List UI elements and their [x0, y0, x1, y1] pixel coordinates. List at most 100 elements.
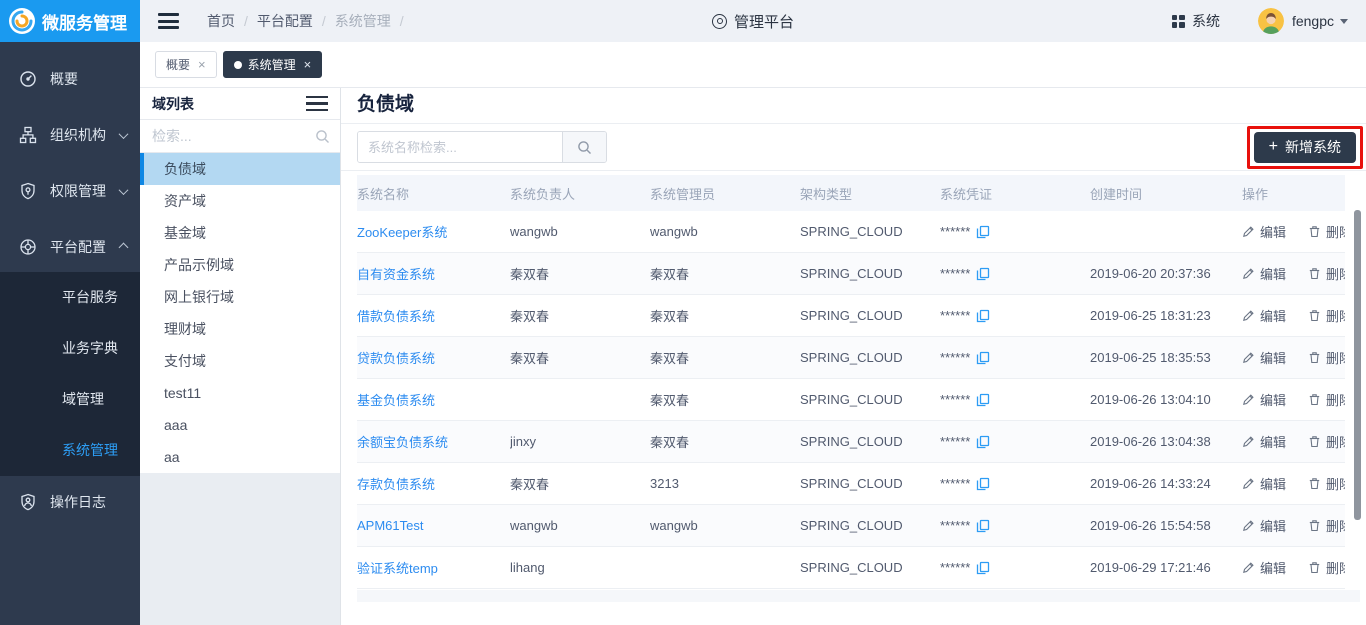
system-name-link[interactable]: APM61Test — [357, 518, 510, 533]
delete-label: 删除 — [1326, 516, 1345, 535]
system-name-link[interactable]: 余额宝负债系统 — [357, 432, 510, 451]
domain-list-item[interactable]: 网上银行域 — [140, 281, 340, 313]
edit-button[interactable]: 编辑 — [1242, 306, 1286, 325]
delete-button[interactable]: 删除 — [1308, 432, 1345, 451]
close-tab-icon[interactable]: × — [198, 58, 206, 71]
page-tab[interactable]: 概要 × — [155, 51, 217, 78]
topbar-right: 系统 fengpc — [1172, 8, 1348, 34]
domain-list-panel: 域列表 负债域 资产域 — [140, 88, 341, 625]
copy-icon[interactable] — [976, 393, 990, 407]
edit-button[interactable]: 编辑 — [1242, 432, 1286, 451]
system-name-link[interactable]: ZooKeeper系统 — [357, 222, 510, 241]
system-name-link[interactable]: 贷款负债系统 — [357, 348, 510, 367]
username[interactable]: fengpc — [1292, 13, 1334, 29]
log-shield-icon — [19, 493, 37, 511]
system-admin: 秦双春 — [650, 390, 800, 409]
domain-list-item[interactable]: aaa — [140, 409, 340, 441]
edit-button[interactable]: 编辑 — [1242, 516, 1286, 535]
sidebar-item-permission[interactable]: 权限管理 — [0, 166, 140, 216]
delete-button[interactable]: 删除 — [1308, 558, 1345, 577]
copy-icon[interactable] — [976, 477, 990, 491]
credential-mask: ****** — [940, 434, 970, 449]
copy-icon[interactable] — [976, 561, 990, 575]
domain-list-item[interactable]: 理财域 — [140, 313, 340, 345]
trash-icon — [1308, 435, 1321, 448]
edit-button[interactable]: 编辑 — [1242, 348, 1286, 367]
breadcrumb-item[interactable]: 平台配置 — [257, 11, 335, 31]
system-name-link[interactable]: 基金负债系统 — [357, 390, 510, 409]
copy-icon[interactable] — [976, 351, 990, 365]
delete-button[interactable]: 删除 — [1308, 264, 1345, 283]
domain-list-item[interactable]: test11 — [140, 377, 340, 409]
page-tab[interactable]: 系统管理 × — [223, 51, 323, 78]
gauge-icon — [19, 70, 37, 88]
submenu-item[interactable]: 系统管理 — [0, 425, 140, 476]
domain-list-item[interactable]: 支付域 — [140, 345, 340, 377]
system-search-button[interactable] — [562, 132, 606, 162]
pencil-icon — [1242, 477, 1255, 490]
workspace-grid-icon[interactable] — [1172, 15, 1185, 28]
submenu-item[interactable]: 业务字典 — [0, 323, 140, 374]
table-row: 基金负债系统 秦双春 SPRING_CLOUD ****** — [357, 379, 1345, 421]
domain-list-item[interactable]: 负债域 — [140, 153, 340, 185]
delete-button[interactable]: 删除 — [1308, 516, 1345, 535]
credential-mask: ****** — [940, 266, 970, 281]
domain-list-item[interactable]: 基金域 — [140, 217, 340, 249]
credential-mask: ****** — [940, 560, 970, 575]
edit-button[interactable]: 编辑 — [1242, 390, 1286, 409]
created-time: 2019-06-29 17:21:46 — [1090, 560, 1242, 575]
created-time: 2019-06-26 14:33:24 — [1090, 476, 1242, 491]
collapse-sidebar-icon[interactable] — [158, 13, 179, 29]
system-admin: 3213 — [650, 476, 800, 491]
breadcrumb-item[interactable]: 首页 — [207, 11, 257, 31]
row-actions: 编辑 删除 — [1242, 558, 1345, 577]
domain-search-input[interactable] — [140, 120, 340, 152]
copy-icon[interactable] — [976, 435, 990, 449]
system-search-input[interactable] — [358, 132, 562, 162]
delete-button[interactable]: 删除 — [1308, 348, 1345, 367]
created-time: 2019-06-26 15:54:58 — [1090, 518, 1242, 533]
edit-button[interactable]: 编辑 — [1242, 558, 1286, 577]
copy-icon[interactable] — [976, 225, 990, 239]
user-menu-caret-icon[interactable] — [1340, 19, 1348, 28]
edit-button[interactable]: 编辑 — [1242, 264, 1286, 283]
edit-button[interactable]: 编辑 — [1242, 222, 1286, 241]
breadcrumb-item[interactable]: 系统管理 — [335, 11, 413, 31]
table-row: 借款负债系统 秦双春 秦双春 SPRING_CLOUD ****** — [357, 295, 1345, 337]
user-avatar[interactable] — [1258, 8, 1284, 34]
copy-icon[interactable] — [976, 519, 990, 533]
plus-icon: + — [1269, 139, 1278, 155]
table-scrollbar-thumb[interactable] — [1354, 210, 1361, 520]
edit-button[interactable]: 编辑 — [1242, 474, 1286, 493]
edit-label: 编辑 — [1260, 558, 1286, 577]
sidebar-item-overview[interactable]: 概要 — [0, 54, 140, 104]
system-name-link[interactable]: 借款负债系统 — [357, 306, 510, 325]
close-tab-icon[interactable]: × — [304, 58, 312, 71]
domain-list-item[interactable]: 资产域 — [140, 185, 340, 217]
add-system-button[interactable]: + 新增系统 — [1254, 132, 1356, 163]
system-name-link[interactable]: 存款负债系统 — [357, 474, 510, 493]
copy-icon[interactable] — [976, 267, 990, 281]
column-header: 系统凭证 — [940, 184, 1090, 203]
domain-list-item[interactable]: aa — [140, 441, 340, 473]
domain-panel-header: 域列表 — [140, 88, 340, 120]
sidebar-item-platform-config[interactable]: 平台配置 — [0, 222, 140, 272]
sidebar-item-organization[interactable]: 组织机构 — [0, 110, 140, 160]
pencil-icon — [1242, 393, 1255, 406]
delete-button[interactable]: 删除 — [1308, 306, 1345, 325]
system-credential: ****** — [940, 476, 1090, 491]
sidebar-item-operation-log[interactable]: 操作日志 — [0, 476, 140, 528]
delete-button[interactable]: 删除 — [1308, 390, 1345, 409]
workspace-switcher[interactable]: 系统 — [1192, 11, 1220, 31]
system-name-link[interactable]: 验证系统temp — [357, 558, 510, 577]
delete-button[interactable]: 删除 — [1308, 222, 1345, 241]
domain-panel-menu-icon[interactable] — [306, 96, 328, 112]
domain-list-item[interactable]: 产品示例域 — [140, 249, 340, 281]
system-name-link[interactable]: 自有资金系统 — [357, 264, 510, 283]
delete-button[interactable]: 删除 — [1308, 474, 1345, 493]
pencil-icon — [1242, 519, 1255, 532]
submenu-item[interactable]: 域管理 — [0, 374, 140, 425]
copy-icon[interactable] — [976, 309, 990, 323]
credential-mask: ****** — [940, 350, 970, 365]
submenu-item[interactable]: 平台服务 — [0, 272, 140, 323]
